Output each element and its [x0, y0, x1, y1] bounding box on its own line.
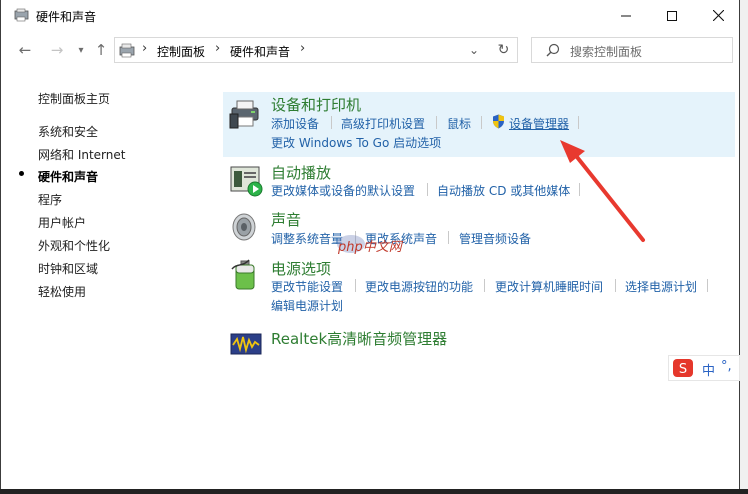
chevron-down-icon: ▾	[78, 44, 84, 56]
category-title-power-options[interactable]: 电源选项	[271, 258, 331, 279]
link-separator	[355, 279, 356, 292]
breadcrumb-control-panel[interactable]: 控制面板	[157, 43, 205, 60]
link-separator	[448, 231, 449, 244]
link-autoplay-cd[interactable]: 自动播放 CD 或其他媒体	[437, 182, 570, 199]
arrow-up-icon: ↑	[94, 41, 108, 59]
link-separator	[707, 279, 708, 292]
link-manage-audio-devices[interactable]: 管理音频设备	[459, 230, 531, 247]
minimize-button[interactable]	[603, 0, 649, 31]
breadcrumb-separator-icon[interactable]: ›	[142, 41, 147, 56]
recent-locations-button[interactable]: ▾	[71, 40, 91, 60]
uac-shield-icon	[493, 114, 504, 129]
sidebar-item-ease-of-access[interactable]: 轻松使用	[38, 283, 86, 300]
link-choose-power-plan[interactable]: 选择电源计划	[625, 278, 697, 295]
link-edit-power-plan[interactable]: 编辑电源计划	[271, 297, 343, 314]
link-power-button-function[interactable]: 更改电源按钮的功能	[365, 278, 473, 295]
link-change-sleep-time[interactable]: 更改计算机睡眠时间	[495, 278, 603, 295]
sidebar-item-appearance[interactable]: 外观和个性化	[38, 237, 110, 254]
link-separator	[427, 183, 428, 196]
close-icon	[712, 10, 724, 21]
category-title-realtek[interactable]: Realtek高清晰音频管理器	[271, 328, 447, 349]
back-button[interactable]: ←	[15, 40, 35, 60]
breadcrumb-hardware-sound[interactable]: 硬件和声音	[230, 43, 290, 60]
control-panel-icon	[119, 43, 135, 58]
window-title: 硬件和声音	[36, 10, 97, 24]
site-watermark: php中文网	[336, 232, 416, 258]
sidebar-item-user-accounts[interactable]: 用户帐户	[38, 214, 86, 231]
link-change-power-saving[interactable]: 更改节能设置	[271, 278, 343, 295]
address-dropdown-button[interactable]: ⌄	[461, 37, 487, 63]
svg-text:S: S	[679, 362, 687, 377]
ime-mode-label[interactable]: 中	[702, 360, 715, 379]
sidebar-item-network-internet[interactable]: 网络和 Internet	[38, 146, 125, 163]
link-separator	[484, 279, 485, 292]
arrow-left-icon: ←	[18, 41, 32, 59]
category-title-sound[interactable]: 声音	[271, 209, 301, 230]
up-button[interactable]: ↑	[91, 40, 111, 60]
control-panel-icon	[14, 8, 29, 22]
watermark-text: php中文网	[338, 240, 402, 255]
autoplay-icon[interactable]	[229, 164, 263, 198]
forward-button[interactable]: →	[47, 40, 67, 60]
search-box[interactable]: 搜索控制面板	[531, 37, 733, 63]
taskbar-edge	[0, 489, 748, 494]
link-separator	[436, 116, 437, 129]
link-separator	[578, 116, 579, 129]
link-adjust-volume[interactable]: 调整系统音量	[271, 230, 343, 247]
category-title-autoplay[interactable]: 自动播放	[271, 162, 331, 183]
realtek-audio-icon[interactable]	[229, 326, 263, 360]
link-separator	[615, 279, 616, 292]
sidebar-item-system-security[interactable]: 系统和安全	[38, 123, 98, 140]
close-button[interactable]	[695, 0, 741, 31]
chevron-down-icon: ⌄	[468, 43, 480, 57]
title-bar: 硬件和声音	[1, 0, 741, 31]
link-change-media-defaults[interactable]: 更改媒体或设备的默认设置	[271, 182, 415, 199]
sidebar-item-control-panel-home[interactable]: 控制面板主页	[38, 90, 110, 107]
printer-device-icon[interactable]	[229, 96, 263, 130]
link-separator	[481, 116, 482, 129]
link-add-device[interactable]: 添加设备	[271, 115, 319, 132]
link-mouse[interactable]: 鼠标	[447, 115, 471, 132]
search-icon	[546, 43, 560, 57]
refresh-button[interactable]: ↻	[490, 37, 518, 63]
sogou-ime-icon[interactable]: S	[673, 359, 693, 377]
address-bar[interactable]: › 控制面板 › 硬件和声音 ›	[114, 37, 518, 63]
ime-punctuation-label[interactable]: °,	[721, 359, 732, 374]
battery-power-icon[interactable]	[229, 257, 263, 291]
link-device-manager[interactable]: 设备管理器	[509, 115, 569, 132]
link-advanced-printer-settings[interactable]: 高级打印机设置	[341, 115, 425, 132]
speaker-icon[interactable]	[229, 210, 263, 244]
annotation-arrow	[560, 140, 645, 242]
sidebar-item-clock-region[interactable]: 时钟和区域	[38, 260, 98, 277]
link-windows-to-go[interactable]: 更改 Windows To Go 启动选项	[271, 134, 441, 151]
link-separator	[331, 116, 332, 129]
maximize-icon	[667, 10, 677, 21]
breadcrumb-separator-icon[interactable]: ›	[215, 41, 220, 56]
category-title-devices-printers[interactable]: 设备和打印机	[271, 94, 361, 115]
sidebar-item-programs[interactable]: 程序	[38, 191, 62, 208]
sidebar-item-hardware-sound: 硬件和声音	[38, 170, 99, 184]
search-input[interactable]: 搜索控制面板	[570, 43, 642, 60]
refresh-icon: ↻	[497, 42, 510, 58]
ime-toolbar[interactable]: S 中 °,	[668, 355, 740, 381]
current-item-bullet	[19, 171, 24, 176]
window-edge	[740, 0, 748, 494]
arrow-right-icon: →	[50, 41, 64, 59]
minimize-icon	[621, 15, 631, 16]
breadcrumb-separator-icon[interactable]: ›	[300, 41, 305, 56]
maximize-button[interactable]	[649, 0, 695, 31]
